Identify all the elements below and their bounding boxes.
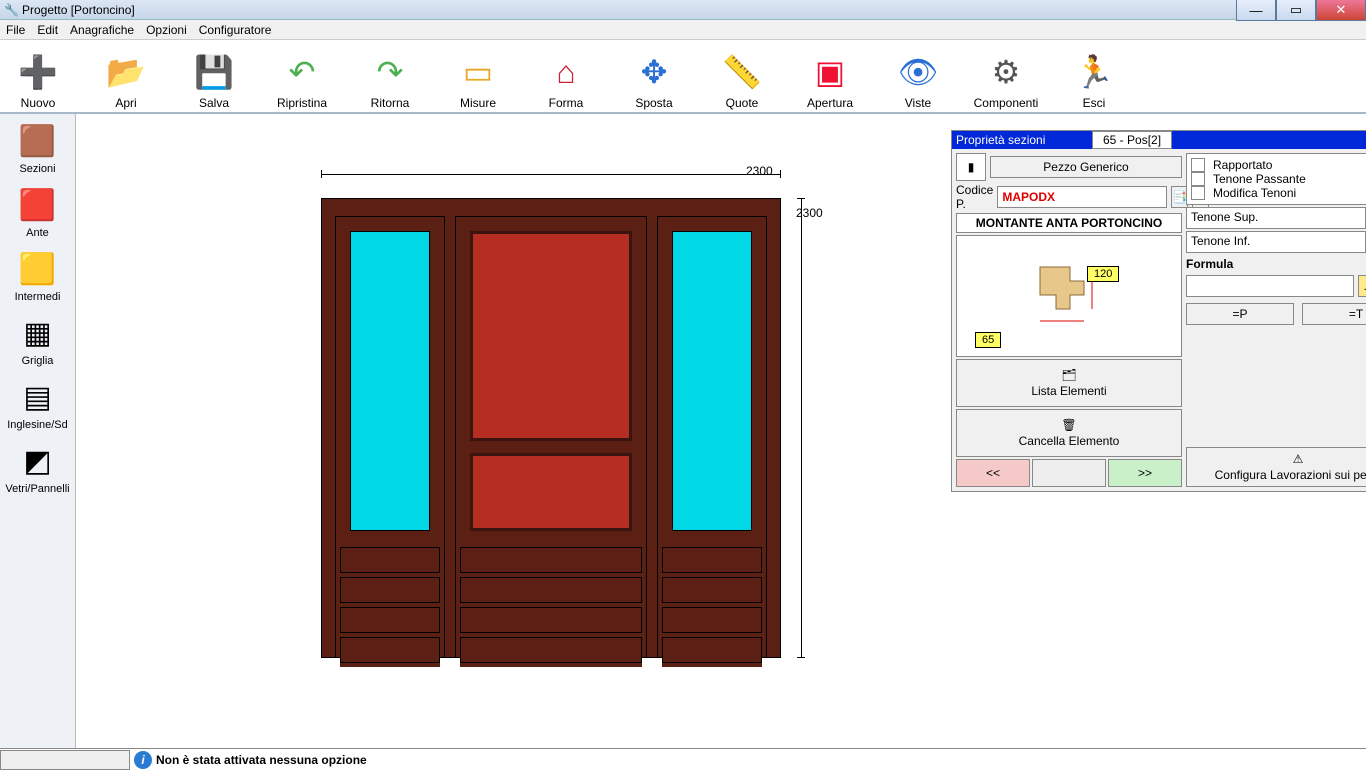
tenone-sup-label: Tenone Sup. xyxy=(1186,207,1366,229)
esci-icon: 🏃 xyxy=(1072,50,1116,94)
toolbar-quote[interactable]: 📏Quote xyxy=(712,50,772,110)
profile-icon: ▮ xyxy=(956,153,986,181)
rapportato-checkbox[interactable]: Rapportato xyxy=(1191,158,1366,172)
quote-icon: 📏 xyxy=(720,50,764,94)
trash-icon: 🗑 xyxy=(1061,418,1076,432)
pezzo-generico-button[interactable]: Pezzo Generico xyxy=(990,156,1182,178)
intermedi-icon: 🟨 xyxy=(16,249,60,289)
section-header: MONTANTE ANTA PORTONCINO xyxy=(956,213,1182,233)
properties-panel: Proprietà sezioni 65 - Pos[2] X ▮ Pezzo … xyxy=(951,130,1366,492)
properties-title: Proprietà sezioni xyxy=(956,133,1045,147)
vetri/pannelli-icon: ◩ xyxy=(16,441,60,481)
forma-icon: ⌂ xyxy=(544,50,588,94)
left-tool-panel: 🟫Sezioni🟥Ante🟨Intermedi▦Griglia▤Inglesin… xyxy=(0,114,76,748)
formula-browse-button[interactable]: … xyxy=(1358,275,1366,297)
menu-edit[interactable]: Edit xyxy=(37,23,58,37)
griglia-icon: ▦ xyxy=(16,313,60,353)
left-tool-intermedi[interactable]: 🟨Intermedi xyxy=(3,244,73,308)
ritorna-icon: ↷ xyxy=(368,50,412,94)
status-message: Non è stata attivata nessuna opzione xyxy=(156,753,367,767)
toolbar-viste[interactable]: 👁Viste xyxy=(888,50,948,110)
salva-icon: 💾 xyxy=(192,50,236,94)
eq-t-button[interactable]: =T xyxy=(1302,303,1366,325)
apri-icon: 📂 xyxy=(104,50,148,94)
sezioni-icon: 🟫 xyxy=(16,121,60,161)
toolbar-ripristina[interactable]: ↶Ripristina xyxy=(272,50,332,110)
componenti-icon: ⚙ xyxy=(984,50,1028,94)
toolbar-componenti[interactable]: ⚙Componenti xyxy=(976,50,1036,110)
formula-input[interactable] xyxy=(1186,275,1354,297)
apertura-icon: ▣ xyxy=(808,50,852,94)
info-icon: i xyxy=(134,751,152,769)
left-tool-sezioni[interactable]: 🟫Sezioni xyxy=(3,116,73,180)
close-button[interactable]: ✕ xyxy=(1316,0,1366,21)
maximize-button[interactable]: ▭ xyxy=(1276,0,1316,21)
menu-anagrafiche[interactable]: Anagrafiche xyxy=(70,23,134,37)
left-tool-inglesine/sd[interactable]: ▤Inglesine/Sd xyxy=(3,372,73,436)
menu-bar: File Edit Anagrafiche Opzioni Configurat… xyxy=(0,20,1366,40)
list-icon: 🗂 xyxy=(1061,368,1076,382)
toolbar-salva[interactable]: 💾Salva xyxy=(184,50,244,110)
toolbar-esci[interactable]: 🏃Esci xyxy=(1064,50,1124,110)
window-title-bar: 🔧 Progetto [Portoncino] — ▭ ✕ xyxy=(0,0,1366,20)
lista-elementi-button[interactable]: 🗂 Lista Elementi xyxy=(956,359,1182,407)
sposta-icon: ✥ xyxy=(632,50,676,94)
minimize-button[interactable]: — xyxy=(1236,0,1276,21)
toolbar-sposta[interactable]: ✥Sposta xyxy=(624,50,684,110)
viste-icon: 👁 xyxy=(896,50,940,94)
configura-lavorazioni-button[interactable]: ⚠ Configura Lavorazioni sui pezzi xyxy=(1186,447,1366,487)
menu-file[interactable]: File xyxy=(6,23,25,37)
modifica-tenoni-checkbox[interactable]: Modifica Tenoni xyxy=(1191,186,1366,200)
door-drawing xyxy=(321,198,781,658)
codice-input[interactable] xyxy=(997,186,1167,208)
toolbar-forma[interactable]: ⌂Forma xyxy=(536,50,596,110)
profile-preview: 120 65 xyxy=(956,235,1182,357)
left-tool-griglia[interactable]: ▦Griglia xyxy=(3,308,73,372)
toolbar-ritorna[interactable]: ↷Ritorna xyxy=(360,50,420,110)
properties-title-bar: Proprietà sezioni 65 - Pos[2] X xyxy=(952,131,1366,149)
menu-configuratore[interactable]: Configuratore xyxy=(199,23,272,37)
main-toolbar: ➕Nuovo 📂Apri 💾Salva ↶Ripristina ↷Ritorna ▭Mis… xyxy=(0,40,1366,114)
formula-label: Formula xyxy=(1186,255,1366,273)
prev-button[interactable]: << xyxy=(956,459,1030,487)
tenone-inf-label: Tenone Inf. xyxy=(1186,231,1366,253)
ante-icon: 🟥 xyxy=(16,185,60,225)
left-tool-vetri/pannelli[interactable]: ◩Vetri/Pannelli xyxy=(3,436,73,500)
dim-height-label: 2300 xyxy=(796,206,823,220)
left-tool-ante[interactable]: 🟥Ante xyxy=(3,180,73,244)
toolbar-apri[interactable]: 📂Apri xyxy=(96,50,156,110)
misure-icon: ▭ xyxy=(456,50,500,94)
menu-opzioni[interactable]: Opzioni xyxy=(146,23,187,37)
next-button[interactable]: >> xyxy=(1108,459,1182,487)
inglesine/sd-icon: ▤ xyxy=(16,377,60,417)
nuovo-icon: ➕ xyxy=(16,50,60,94)
toolbar-apertura[interactable]: ▣Apertura xyxy=(800,50,860,110)
app-icon: 🔧 xyxy=(4,3,18,17)
codice-label: Codice P. xyxy=(956,183,993,211)
window-title: Progetto [Portoncino] xyxy=(22,3,135,17)
status-slot xyxy=(0,750,130,770)
properties-tab[interactable]: 65 - Pos[2] xyxy=(1092,131,1172,149)
eq-p-button[interactable]: =P xyxy=(1186,303,1294,325)
drawing-canvas[interactable]: 2300 2300 xyxy=(76,114,1366,748)
ripristina-icon: ↶ xyxy=(280,50,324,94)
tenone-passante-checkbox[interactable]: Tenone Passante xyxy=(1191,172,1366,186)
cancella-elemento-button[interactable]: 🗑 Cancella Elemento xyxy=(956,409,1182,457)
nav-spacer xyxy=(1032,459,1106,487)
dim-b: 65 xyxy=(975,332,1001,348)
toolbar-nuovo[interactable]: ➕Nuovo xyxy=(8,50,68,110)
warning-icon: ⚠ xyxy=(1293,452,1304,466)
toolbar-misure[interactable]: ▭Misure xyxy=(448,50,508,110)
status-bar: i Non è stata attivata nessuna opzione xyxy=(0,748,1366,770)
dim-width-label: 2300 xyxy=(746,164,773,178)
dim-a: 120 xyxy=(1087,266,1119,282)
